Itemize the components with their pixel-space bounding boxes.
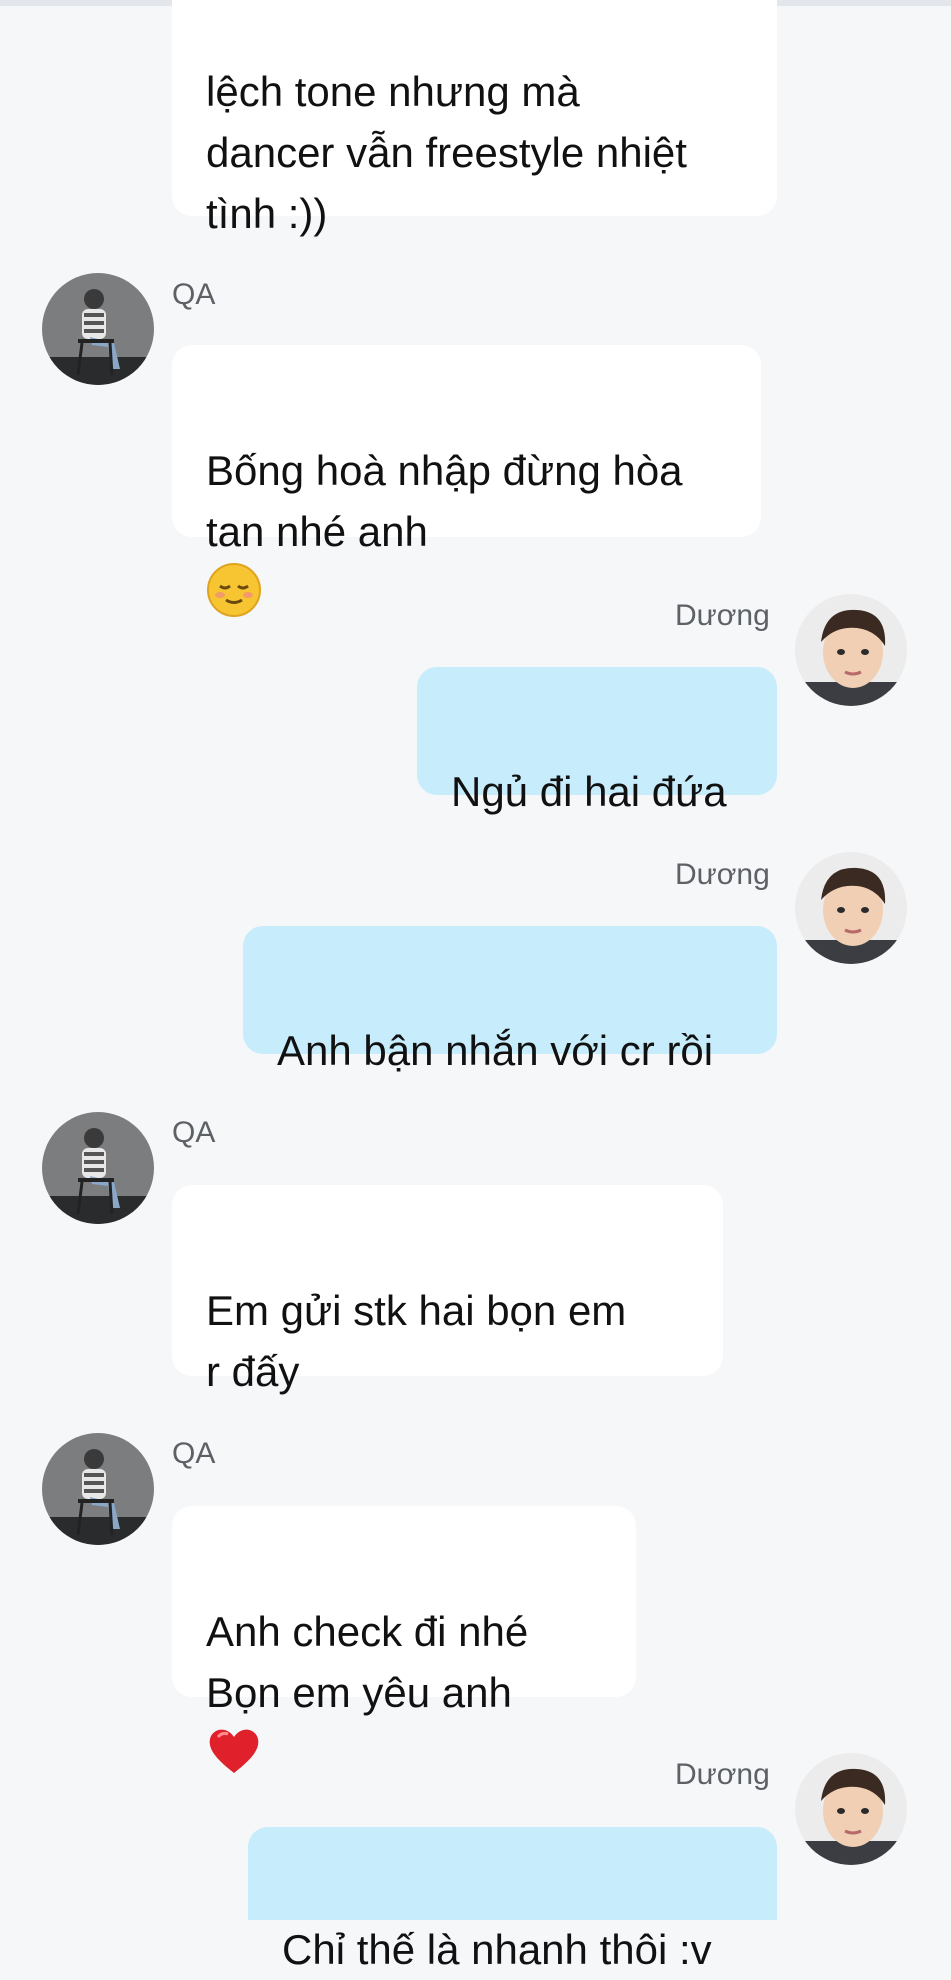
red-heart-emoji [209,1729,259,1773]
avatar-qa[interactable] [42,1433,154,1545]
sender-name: Dương [675,599,770,632]
sender-name: QA [172,1116,216,1149]
message-bubble[interactable]: Anh bận nhắn với cr rồi [243,926,777,1074]
relieved-face-emoji [207,563,261,617]
message-text: Anh bận nhắn với cr rồi [277,1027,714,1074]
message-bubble[interactable]: Em gửi stk hai bọn em r đấy [172,1185,723,1395]
sender-name: Dương [675,858,770,891]
message-bubble[interactable]: Bống hoà nhập đừng hòa tan nhé anh [172,345,761,617]
avatar-duong[interactable] [795,852,907,964]
sender-name: QA [172,1437,216,1470]
message-bubble[interactable]: lệch tone nhưng mà dancer vẫn freestyle … [172,0,777,237]
message-text: lệch tone nhưng mà dancer vẫn freestyle … [206,68,687,237]
message-text: Ngủ đi hai đứa [451,768,727,815]
message-bubble[interactable]: Ngủ đi hai đứa [417,667,777,815]
avatar-qa[interactable] [42,273,154,385]
message-text: Anh check đi nhé Bọn em yêu anh [206,1608,529,1716]
message-bubble[interactable]: Anh check đi nhé Bọn em yêu anh [172,1506,636,1773]
message-text: Em gửi stk hai bọn em r đấy [206,1287,627,1395]
message-bubble[interactable]: Chỉ thế là nhanh thôi :v [248,1827,777,1973]
avatar-duong[interactable] [795,594,907,706]
avatar-qa[interactable] [42,1112,154,1224]
sender-name: Dương [675,1758,770,1791]
message-text: Chỉ thế là nhanh thôi :v [282,1926,712,1973]
sender-name: QA [172,278,216,311]
message-text: Bống hoà nhập đừng hòa tan nhé anh [206,447,683,555]
avatar-duong[interactable] [795,1753,907,1865]
